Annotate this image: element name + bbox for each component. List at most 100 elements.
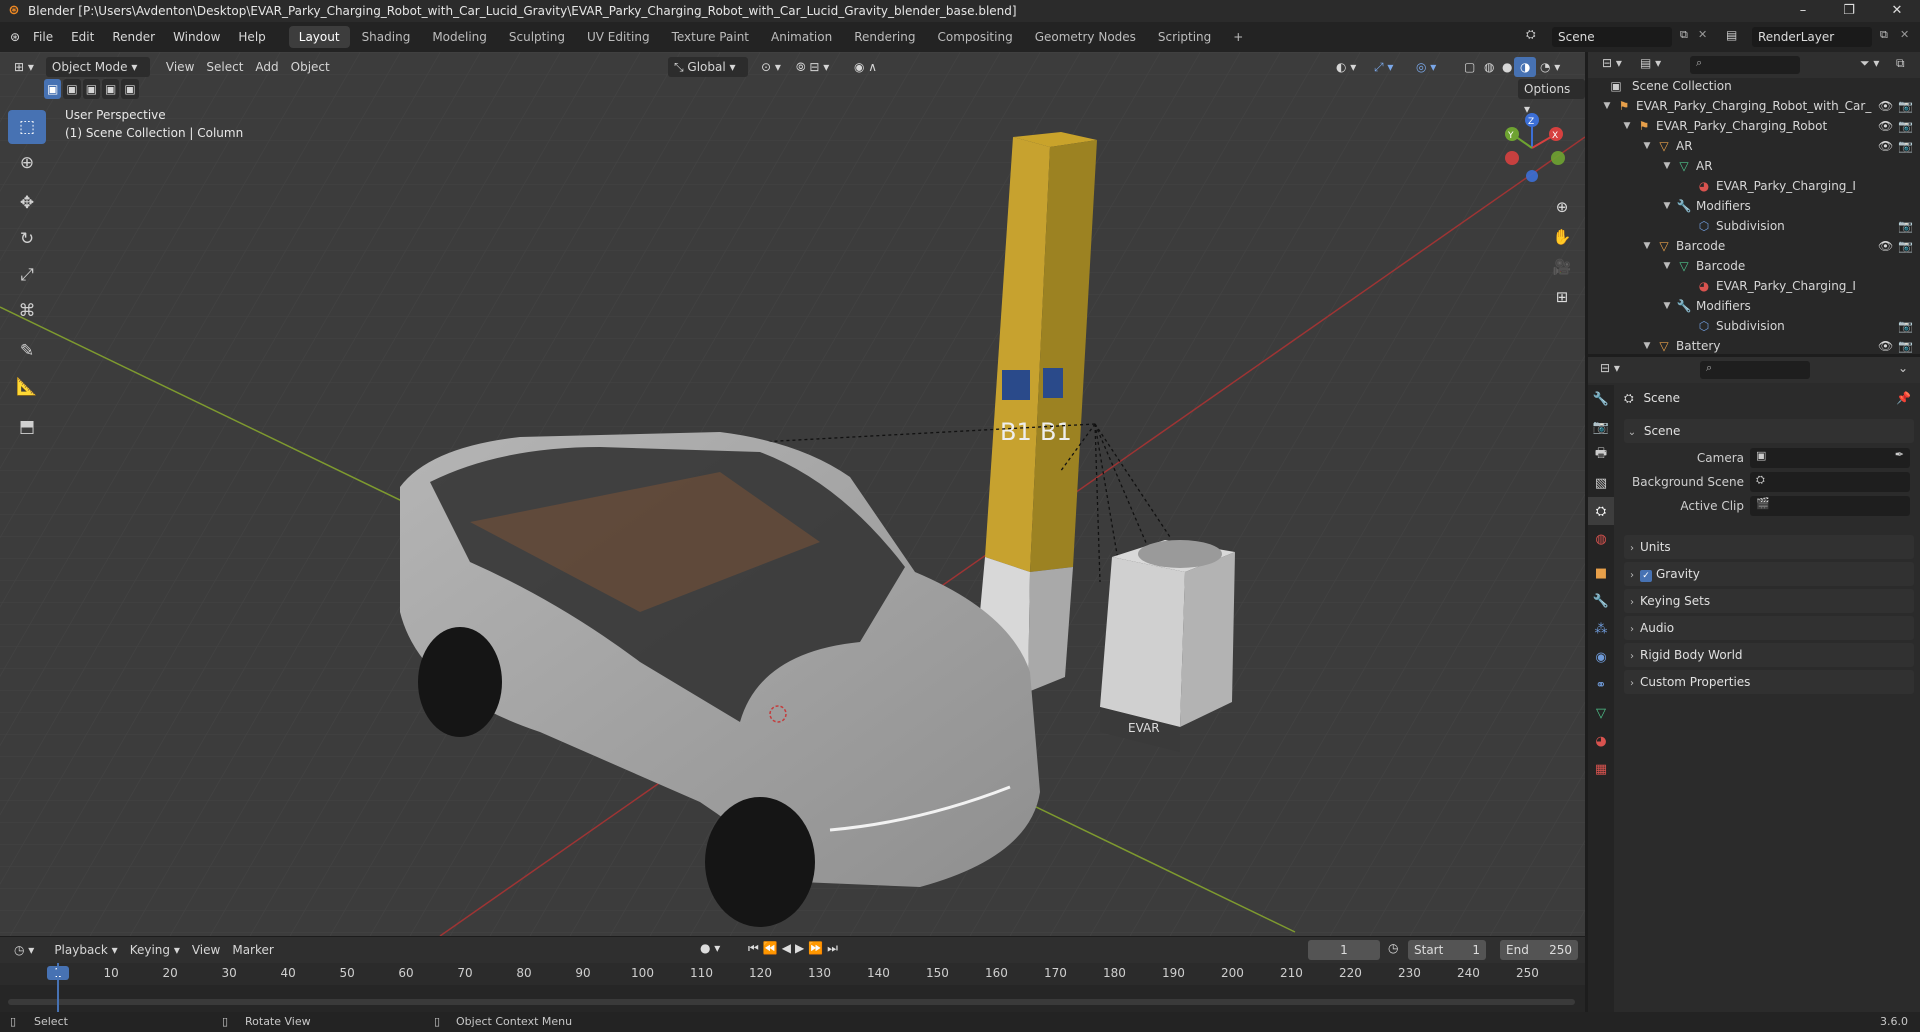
zoom-icon[interactable]: ⊕ xyxy=(1549,194,1575,220)
new-collection-icon[interactable]: ⧉ xyxy=(1896,56,1905,71)
outliner-row[interactable]: ▼ ▽ AR xyxy=(1588,156,1920,176)
current-frame-field[interactable]: 1 xyxy=(1308,940,1380,960)
select-intersect-icon[interactable]: ▣ xyxy=(121,79,139,99)
keyframe-area[interactable] xyxy=(0,985,1585,1012)
gravity-panel-header[interactable]: › ✓ Gravity xyxy=(1624,562,1914,586)
3d-viewport[interactable]: B1 B1 EVAR ⊞ ▾ Object Mode ▾ View Select… xyxy=(0,52,1585,936)
expand-triangle-icon[interactable]: ▼ xyxy=(1642,336,1652,356)
visibility-eye-icon[interactable]: 👁 xyxy=(1878,116,1893,136)
outliner-row[interactable]: ▼ 🔧 Modifiers xyxy=(1588,196,1920,216)
tab-rendering[interactable]: Rendering xyxy=(844,26,925,48)
start-frame-field[interactable]: Start 1 xyxy=(1408,940,1486,960)
outliner-row[interactable]: ⬡ Subdivision 📷 xyxy=(1588,316,1920,336)
move-tool-icon[interactable]: ✥ xyxy=(8,186,46,220)
expand-triangle-icon[interactable]: ▼ xyxy=(1662,196,1672,216)
tab-geometry-nodes[interactable]: Geometry Nodes xyxy=(1025,26,1146,48)
scene-browse-icon[interactable]: ⛭ xyxy=(1526,27,1536,42)
outliner-editor-type-icon[interactable]: ⊟ ▾ xyxy=(1602,56,1622,70)
render-camera-icon[interactable]: 📷 xyxy=(1898,136,1913,156)
cursor-tool-icon[interactable]: ⊕ xyxy=(8,146,46,180)
outliner-row[interactable]: ▼ ▽ AR 👁 📷 xyxy=(1588,136,1920,156)
scene-panel-header[interactable]: ⌄ Scene xyxy=(1624,419,1914,443)
outliner-row[interactable]: ▼ ⚑ EVAR_Parky_Charging_Robot_with_Car_ 👁 📷 xyxy=(1588,96,1920,116)
properties-options-icon[interactable]: ⌄ xyxy=(1898,361,1908,375)
add-workspace-button[interactable]: + xyxy=(1223,26,1253,48)
select-invert-icon[interactable]: ▣ xyxy=(102,79,120,99)
timeline-scrollbar[interactable] xyxy=(8,999,1575,1005)
visibility-eye-icon[interactable]: 👁 xyxy=(1878,96,1893,116)
delete-scene-icon[interactable]: ✕ xyxy=(1698,28,1707,41)
gravity-checkbox[interactable]: ✓ xyxy=(1640,570,1652,582)
units-panel-header[interactable]: › Units xyxy=(1624,535,1914,559)
scene-field[interactable]: Scene xyxy=(1552,27,1672,47)
renderlayer-browse-icon[interactable]: ▤ xyxy=(1726,28,1737,42)
blender-menu-icon[interactable]: ⊛ xyxy=(10,30,24,44)
close-button[interactable]: ✕ xyxy=(1874,0,1920,22)
auto-key-icon[interactable]: ● ▾ xyxy=(700,941,720,955)
outliner-row[interactable]: ▼ ▽ Barcode xyxy=(1588,256,1920,276)
timeline-menu-view[interactable]: View xyxy=(186,940,226,960)
viewport-menu-add[interactable]: Add xyxy=(249,57,284,77)
visibility-eye-icon[interactable]: 👁 xyxy=(1878,136,1893,156)
menu-render[interactable]: Render xyxy=(103,22,164,52)
view-layer-tab-icon[interactable]: ▧ xyxy=(1588,469,1614,497)
playback-controls[interactable]: ⏮⏪◀▶⏩⏭ xyxy=(748,941,842,956)
outliner-row[interactable]: ▼ 🔧 Modifiers xyxy=(1588,296,1920,316)
viewport-menu-object[interactable]: Object xyxy=(285,57,336,77)
select-new-icon[interactable]: ▣ xyxy=(44,79,62,99)
minimize-button[interactable]: – xyxy=(1780,0,1826,22)
camera-field[interactable]: ▣ ✒ xyxy=(1750,448,1910,468)
select-subtract-icon[interactable]: ▣ xyxy=(82,79,101,99)
render-camera-icon[interactable]: 📷 xyxy=(1898,336,1913,356)
render-camera-icon[interactable]: 📷 xyxy=(1898,216,1913,236)
tab-compositing[interactable]: Compositing xyxy=(927,26,1022,48)
visibility-eye-icon[interactable]: 👁 xyxy=(1878,236,1893,256)
visibility-eye-icon[interactable]: 👁 xyxy=(1878,336,1893,356)
menu-edit[interactable]: Edit xyxy=(62,22,103,52)
render-camera-icon[interactable]: 📷 xyxy=(1898,96,1913,116)
render-camera-icon[interactable]: 📷 xyxy=(1898,116,1913,136)
physics-tab-icon[interactable]: ◉ xyxy=(1588,643,1614,671)
rigid-body-world-panel-header[interactable]: › Rigid Body World xyxy=(1624,643,1914,667)
outliner-row[interactable]: ▼ ⚑ EVAR_Parky_Charging_Robot 👁 📷 xyxy=(1588,116,1920,136)
gizmo-toggle-icon[interactable]: ⤢ ▾ xyxy=(1368,57,1399,77)
outliner-filter-icon[interactable]: ⏷ ▾ xyxy=(1860,56,1879,71)
outliner-row[interactable]: ◕ EVAR_Parky_Charging_I xyxy=(1588,176,1920,196)
tab-sculpting[interactable]: Sculpting xyxy=(499,26,575,48)
material-tab-icon[interactable]: ◕ xyxy=(1588,727,1614,755)
viewport-menu-select[interactable]: Select xyxy=(200,57,249,77)
timeline-editor-type-icon[interactable]: ◷ ▾ xyxy=(8,940,40,960)
tab-animation[interactable]: Animation xyxy=(761,26,842,48)
select-extend-icon[interactable]: ▣ xyxy=(63,79,81,99)
ortho-grid-icon[interactable]: ⊞ xyxy=(1549,284,1575,310)
render-camera-icon[interactable]: 📷 xyxy=(1898,316,1913,336)
delete-renderlayer-icon[interactable]: ✕ xyxy=(1900,28,1909,41)
viewport-menu-view[interactable]: View xyxy=(160,57,200,77)
particles-tab-icon[interactable]: ⁂ xyxy=(1588,615,1614,643)
tab-shading[interactable]: Shading xyxy=(352,26,421,48)
overlay-toggle-icon[interactable]: ◎ ▾ xyxy=(1410,57,1442,77)
object-tab-icon[interactable]: ■ xyxy=(1588,559,1614,587)
custom-properties-panel-header[interactable]: › Custom Properties xyxy=(1624,670,1914,694)
expand-triangle-icon[interactable]: ▼ xyxy=(1622,116,1632,136)
expand-triangle-icon[interactable]: ▼ xyxy=(1602,96,1612,116)
modifier-tab-icon[interactable]: 🔧 xyxy=(1588,587,1614,615)
scene-tab-icon[interactable]: ⛭ xyxy=(1588,497,1614,525)
expand-triangle-icon[interactable]: ▼ xyxy=(1662,296,1672,316)
world-tab-icon[interactable]: ◍ xyxy=(1588,525,1614,553)
pivot-icon[interactable]: ⊙ ▾ xyxy=(755,57,787,77)
maximize-button[interactable]: ❐ xyxy=(1826,0,1872,22)
output-tab-icon[interactable]: 🖶 xyxy=(1588,441,1614,469)
pan-hand-icon[interactable]: ✋ xyxy=(1549,224,1575,250)
frame-ruler[interactable]: 1102030405060708090100110120130140150160… xyxy=(0,963,1585,985)
outliner[interactable]: ⊟ ▾ ▤ ▾ ⌕ ⏷ ▾ ⧉ ▣ Scene Collection ▼ ⚑ EVA… xyxy=(1588,52,1920,354)
new-scene-icon[interactable]: ⧉ xyxy=(1680,28,1688,42)
tab-layout[interactable]: Layout xyxy=(288,26,350,48)
playhead[interactable] xyxy=(57,963,59,1012)
tool-tab-icon[interactable]: 🔧 xyxy=(1588,385,1614,413)
eyedropper-icon[interactable]: ✒ xyxy=(1895,448,1904,461)
expand-triangle-icon[interactable]: ▼ xyxy=(1642,236,1652,256)
outliner-search-input[interactable]: ⌕ xyxy=(1690,56,1800,74)
renderlayer-field[interactable]: RenderLayer xyxy=(1752,27,1872,47)
tab-scripting[interactable]: Scripting xyxy=(1148,26,1221,48)
